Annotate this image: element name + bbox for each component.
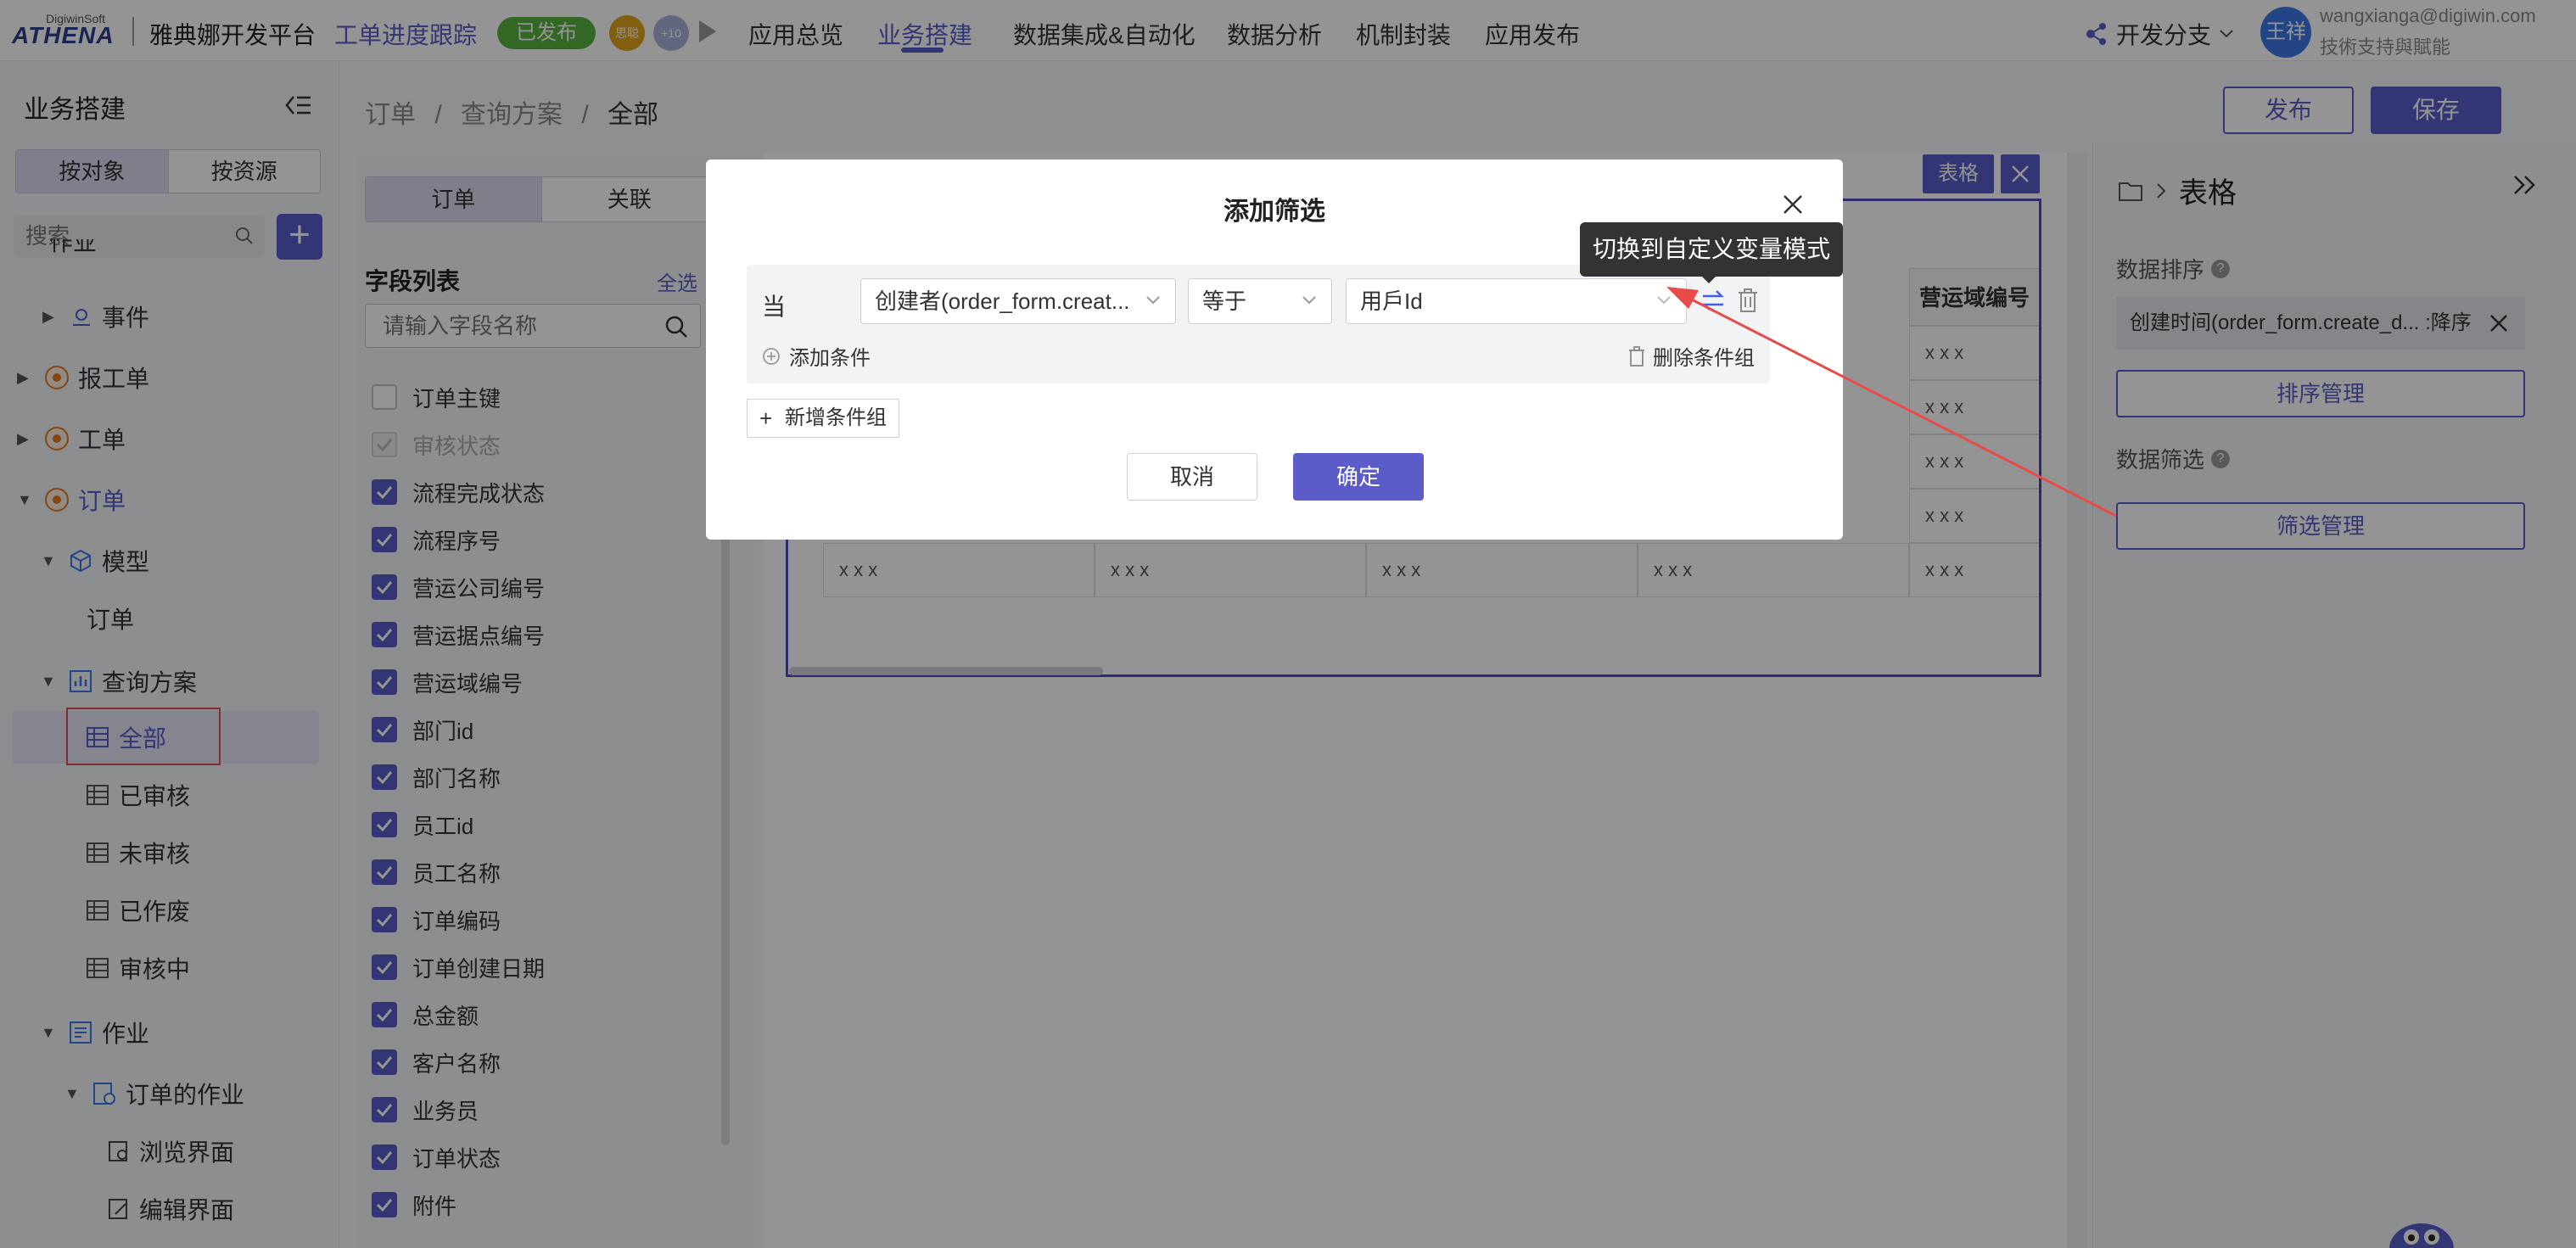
condition-when-label: 当 — [762, 294, 787, 320]
field-select-value: 创建者(order_form.creat... — [875, 288, 1130, 314]
field-select[interactable]: 创建者(order_form.creat... — [860, 278, 1176, 324]
chevron-down-icon — [1301, 294, 1318, 306]
new-condition-group-button[interactable]: + 新增条件组 — [747, 399, 899, 438]
cancel-button[interactable]: 取消 — [1127, 453, 1257, 501]
delete-group-label: 删除条件组 — [1653, 347, 1755, 370]
new-group-label: 新增条件组 — [785, 406, 887, 429]
delete-group-button[interactable]: 删除条件组 — [1627, 341, 1755, 371]
add-filter-dialog: 添加筛选 当 创建者(order_form.creat... 等于 用戶Id 添… — [706, 159, 1843, 540]
switch-variable-mode-icon[interactable] — [1700, 288, 1726, 312]
add-condition-button[interactable]: 添加条件 — [762, 341, 871, 371]
trash-icon — [1627, 345, 1646, 367]
chevron-down-icon — [1655, 294, 1672, 306]
value-select-value: 用戶Id — [1360, 288, 1423, 314]
operator-select[interactable]: 等于 — [1188, 278, 1332, 324]
close-icon[interactable] — [1782, 193, 1804, 215]
operator-select-value: 等于 — [1202, 288, 1247, 314]
add-condition-label: 添加条件 — [789, 347, 871, 370]
plus-icon: + — [759, 406, 773, 431]
confirm-button[interactable]: 确定 — [1293, 453, 1424, 501]
tooltip-arrow — [1700, 275, 1717, 283]
chevron-down-icon — [1145, 294, 1162, 306]
value-select[interactable]: 用戶Id — [1346, 278, 1687, 324]
plus-circle-icon — [762, 347, 781, 366]
tooltip: 切换到自定义变量模式 — [1580, 222, 1843, 277]
delete-condition-icon[interactable] — [1736, 287, 1760, 314]
